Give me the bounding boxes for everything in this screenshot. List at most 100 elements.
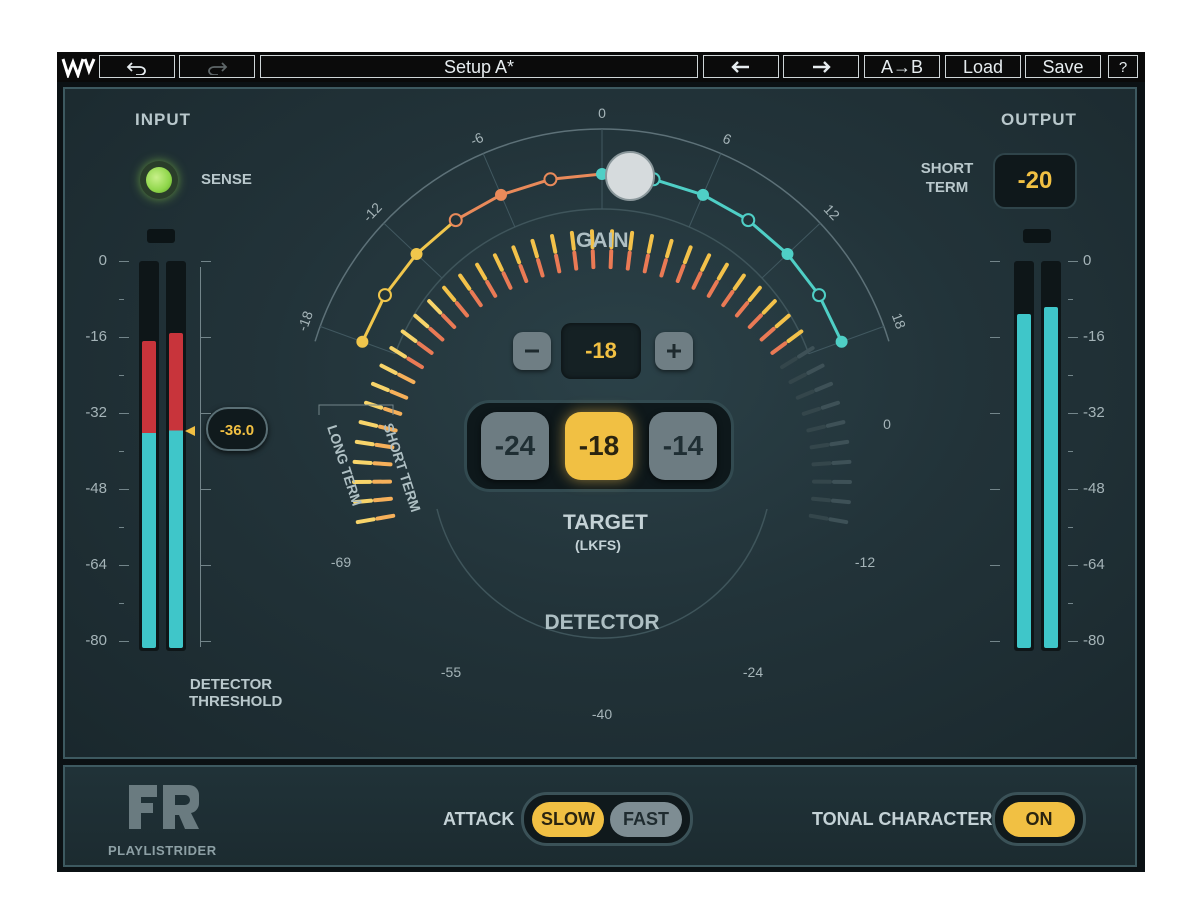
target-preset-minus18[interactable]: -18 [565, 412, 633, 480]
detector-long-term-segment [646, 234, 654, 254]
load-button[interactable]: Load [945, 55, 1021, 78]
detector-long-term-segment [747, 285, 762, 303]
detector-long-term-segment [806, 363, 825, 375]
output-scale-label: -16 [1083, 328, 1105, 345]
short-term-label: SHORT TERM [919, 159, 975, 197]
target-preset-minus24[interactable]: -24 [481, 412, 549, 480]
detector-short-term-segment [501, 271, 513, 290]
input-scale-label: -48 [85, 480, 107, 497]
input-scale-label: 0 [98, 252, 107, 269]
short-term-label-line2: TERM [925, 179, 969, 196]
detector-short-term-segment [809, 442, 830, 450]
target-decrease-button[interactable] [513, 332, 551, 370]
input-scale-tick [119, 641, 129, 642]
detector-long-term-segment [700, 253, 712, 272]
detector-short-term-segment [806, 424, 826, 433]
undo-button[interactable] [99, 55, 175, 78]
redo-button[interactable] [179, 55, 255, 78]
detector-short-term-segment [372, 496, 393, 503]
input-scale-tick [119, 489, 129, 490]
arrow-left-icon [731, 61, 749, 73]
target-label: TARGET [563, 511, 648, 534]
attack-label: ATTACK [443, 809, 515, 829]
output-left-scale-tick [990, 641, 1000, 642]
output-left-scale-tick [990, 261, 1000, 262]
detector-short-term-segment [416, 341, 434, 355]
target-preset-minus14[interactable]: -14 [649, 412, 717, 480]
detector-short-term-segment [788, 372, 807, 385]
output-scale-minor-tick [1068, 527, 1073, 528]
output-scale-minor-tick [1068, 603, 1073, 604]
gain-curve-segment [550, 172, 603, 181]
ab-compare-button[interactable]: A→B [864, 55, 940, 78]
detector-short-term-segment [811, 461, 832, 467]
save-button[interactable]: Save [1025, 55, 1101, 78]
detector-long-term-segment [829, 439, 850, 447]
detector-long-term-segment [530, 238, 539, 259]
detector-short-term-segment [397, 372, 416, 385]
output-scale-minor-tick [1068, 375, 1073, 376]
attack-slow-button[interactable]: SLOW [532, 802, 604, 837]
output-meter-left [1014, 261, 1034, 651]
detector-short-term-segment [734, 301, 750, 318]
detector-short-term-segment [572, 250, 579, 271]
attack-fast-button[interactable]: FAST [610, 802, 682, 837]
output-scale-tick [1068, 641, 1078, 642]
detector-long-term-segment [358, 420, 379, 428]
long-term-label: LONG TERM [324, 423, 365, 508]
detector-short-term-segment [372, 461, 393, 467]
output-meter-right [1041, 261, 1061, 651]
output-scale-label: -64 [1083, 556, 1105, 573]
detector-short-term-segment [721, 289, 735, 308]
detector-long-term-segment [355, 517, 376, 525]
detector-short-term-segment [811, 496, 832, 503]
playlistrider-plugin: Setup A* A→B Load Save ? INPUT SENSE -36… [57, 52, 1145, 872]
detector-short-term-segment [389, 389, 409, 400]
target-increase-button[interactable] [655, 332, 693, 370]
detector-long-term-segment [379, 363, 398, 375]
help-button[interactable]: ? [1108, 55, 1138, 78]
detector-short-term-segment [485, 280, 498, 298]
detector-short-term-segment [795, 389, 815, 400]
setup-name-field[interactable]: Setup A* [260, 55, 698, 78]
detector-long-term-segment [682, 245, 693, 265]
detector-short-term-segment [428, 326, 445, 342]
output-scale-tick [1068, 565, 1078, 566]
undo-icon [126, 62, 146, 76]
detector-short-term-segment [691, 271, 703, 290]
detector-long-term-segment [354, 439, 375, 447]
output-scale-tick [1068, 261, 1078, 262]
bottom-bar: PLAYLISTRIDER ATTACK SLOW FAST TONAL CHA… [63, 765, 1137, 867]
output-scale-label: -80 [1083, 632, 1105, 649]
detector-long-term-segment [831, 459, 852, 466]
gain-curve-segment [361, 294, 387, 343]
detector-short-term-segment [659, 258, 668, 278]
detector-label: DETECTOR [544, 611, 659, 634]
input-scale-tick [119, 261, 129, 262]
gain-curve-segment [786, 253, 821, 297]
gain-curve-point [812, 288, 827, 303]
detector-long-term-segment [458, 273, 472, 291]
gain-curve-point [377, 288, 392, 303]
detector-short-term-segment [675, 264, 686, 283]
next-setup-button[interactable] [783, 55, 859, 78]
tonal-character-on-button[interactable]: ON [1003, 802, 1075, 837]
output-left-scale-tick [990, 413, 1000, 414]
detector-short-term-segment [801, 406, 821, 416]
output-left-scale-tick [990, 337, 1000, 338]
prev-setup-button[interactable] [703, 55, 779, 78]
detector-short-term-segment [518, 264, 529, 283]
gain-curve-point [697, 188, 710, 201]
target-value-display[interactable]: -18 [561, 323, 641, 379]
detector-long-term-segment [665, 238, 674, 259]
detector-scale-label: -12 [855, 554, 875, 570]
detector-short-term-segment [590, 249, 596, 270]
output-title: OUTPUT [1001, 110, 1077, 129]
threshold-scale-tick [201, 413, 211, 414]
gain-curve-point [448, 213, 463, 228]
gain-curve-segment [500, 177, 551, 197]
detector-short-term-segment [770, 341, 788, 355]
output-scale-label: -48 [1083, 480, 1105, 497]
detector-long-term-segment [820, 400, 840, 410]
output-left-scale-tick [990, 565, 1000, 566]
